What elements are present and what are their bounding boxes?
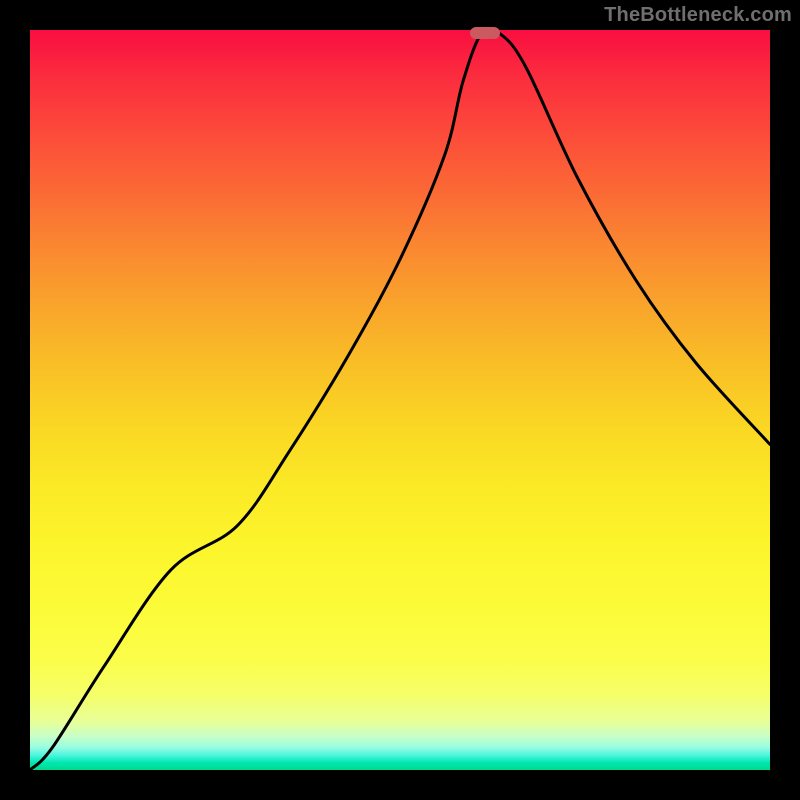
plot-area [30, 30, 770, 770]
bottleneck-curve-path [30, 29, 770, 770]
curve-layer [30, 30, 770, 770]
chart-stage: TheBottleneck.com [0, 0, 800, 800]
optimal-point-marker [470, 27, 500, 39]
watermark-text: TheBottleneck.com [604, 4, 792, 27]
